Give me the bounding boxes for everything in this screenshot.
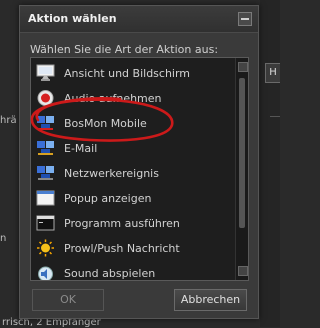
background-panel	[260, 0, 280, 327]
scroll-up-button[interactable]	[238, 62, 248, 72]
list-item[interactable]: Audio aufnehmen	[31, 86, 236, 111]
list-item[interactable]: Prowl/Push Nachricht	[31, 236, 236, 261]
monitor-icon	[36, 64, 55, 81]
cancel-button[interactable]: Abbrechen	[174, 289, 247, 311]
background-divider	[270, 116, 280, 117]
list-item-label: E-Mail	[64, 142, 98, 155]
background-text: hrä	[0, 115, 17, 126]
background-text: n	[0, 233, 7, 244]
list-item-label: Sound abspielen	[64, 267, 156, 280]
background-button[interactable]: H	[265, 63, 280, 83]
console-icon	[36, 215, 55, 231]
list-item-label: Ansicht und Bildschirm	[64, 67, 191, 80]
list-item-label: Audio aufnehmen	[64, 92, 162, 105]
record-icon	[37, 90, 54, 106]
mobile-network-icon	[37, 116, 54, 130]
dialog-titlebar[interactable]: Aktion wählen	[20, 6, 258, 33]
list-item-label: Netzwerkereignis	[64, 167, 159, 180]
action-list[interactable]: Ansicht und Bildschirm Audio aufnehmen B…	[30, 57, 249, 281]
dialog-prompt: Wählen Sie die Art der Aktion aus:	[30, 43, 219, 56]
ok-button[interactable]: OK	[32, 289, 104, 311]
speaker-icon	[38, 266, 53, 280]
scroll-down-button[interactable]	[238, 266, 248, 276]
list-item[interactable]: Netzwerkereignis	[31, 161, 236, 186]
list-item[interactable]: BosMon Mobile	[31, 111, 236, 136]
list-scrollbar[interactable]	[235, 58, 248, 280]
sun-icon	[37, 239, 54, 257]
list-item[interactable]: Programm ausführen	[31, 211, 236, 236]
list-item-label: Programm ausführen	[64, 217, 180, 230]
scroll-thumb[interactable]	[239, 78, 245, 228]
list-item-label: Prowl/Push Nachricht	[64, 242, 180, 255]
list-item[interactable]: Ansicht und Bildschirm	[31, 61, 236, 86]
popup-icon	[36, 190, 55, 206]
list-item[interactable]: Sound abspielen	[31, 261, 236, 280]
minimize-icon[interactable]	[238, 12, 252, 26]
email-network-icon	[37, 141, 54, 155]
dialog-title: Aktion wählen	[28, 12, 117, 25]
action-select-dialog: Aktion wählen Wählen Sie die Art der Akt…	[19, 5, 259, 319]
list-item-label: Popup anzeigen	[64, 192, 152, 205]
list-item[interactable]: E-Mail	[31, 136, 236, 161]
network-icon	[37, 166, 54, 180]
list-item-label: BosMon Mobile	[64, 117, 147, 130]
list-item[interactable]: Popup anzeigen	[31, 186, 236, 211]
